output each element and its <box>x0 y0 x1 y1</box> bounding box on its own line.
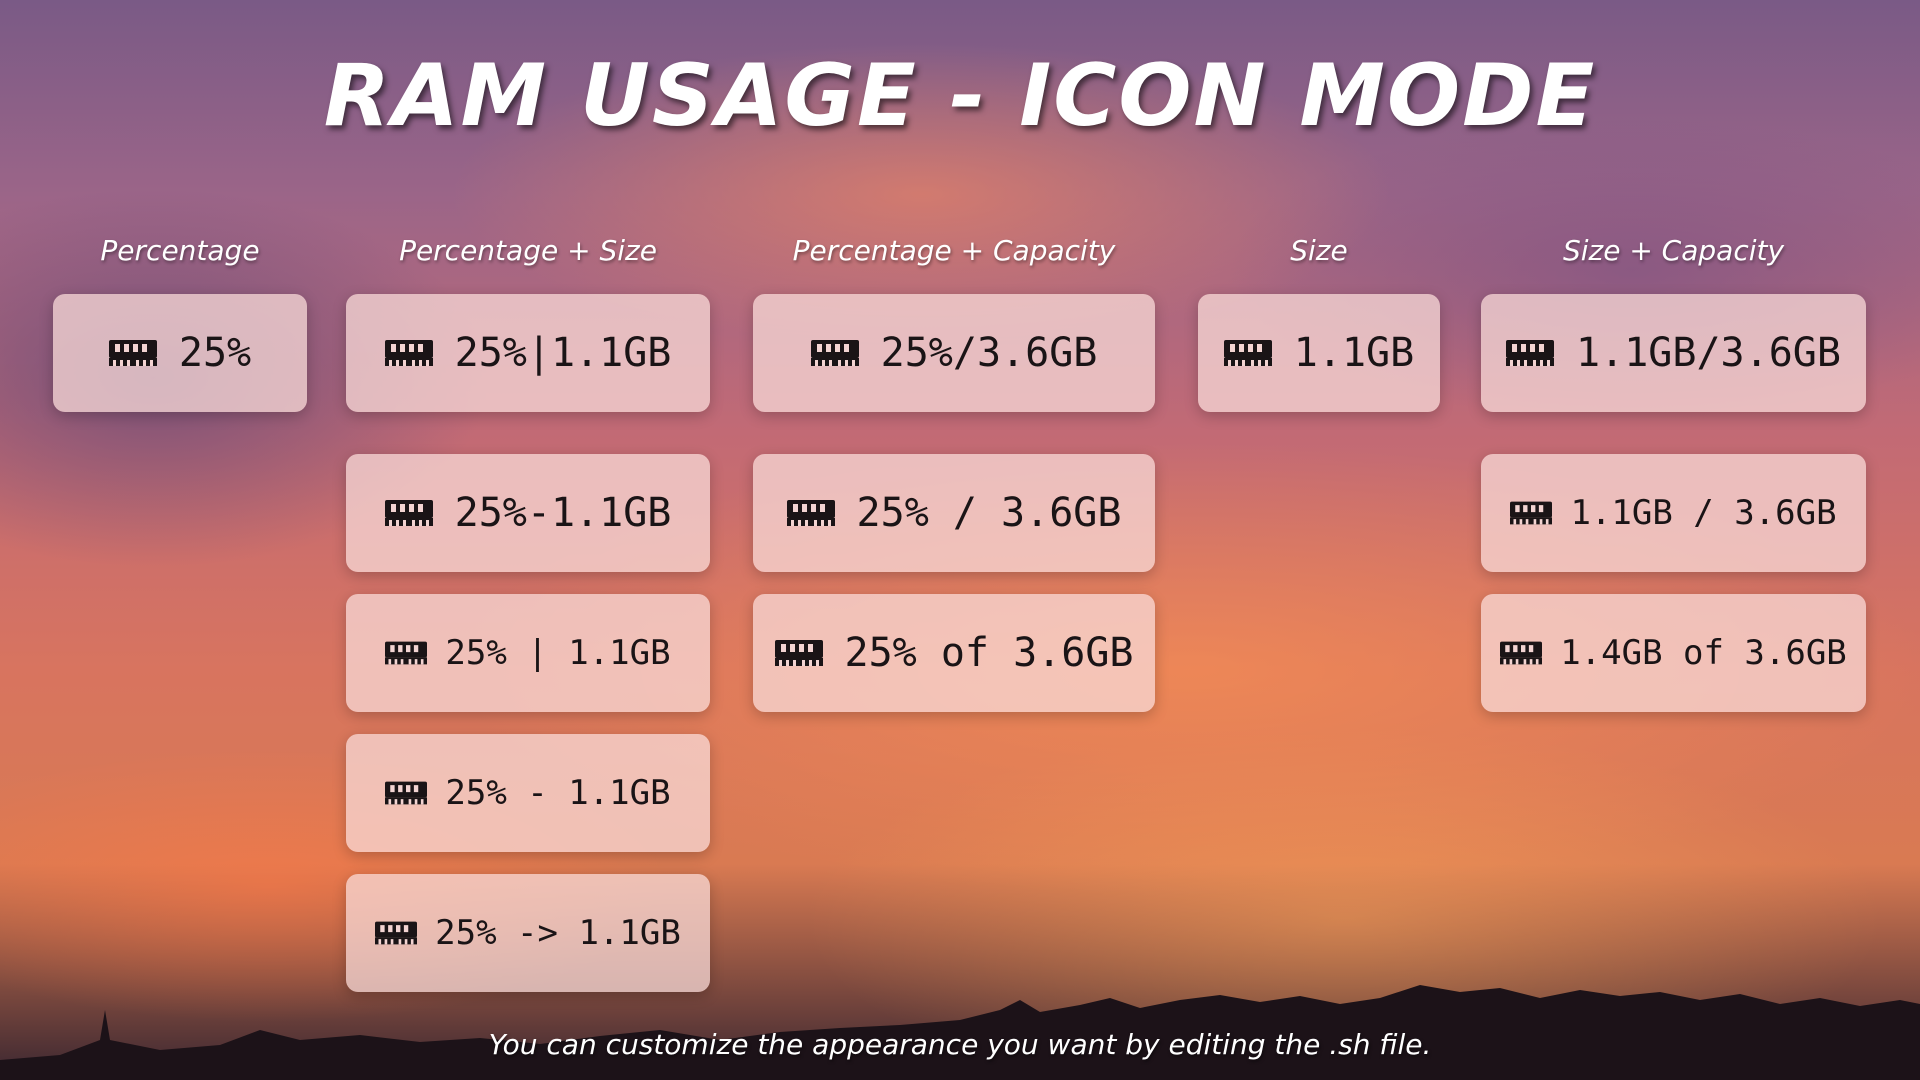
ram-memory-icon <box>375 918 417 948</box>
ram-memory-icon <box>775 636 823 670</box>
ram-memory-icon <box>1500 638 1542 668</box>
ram-widget-text: 25%/3.6GB <box>880 330 1098 376</box>
footer-note: You can customize the appearance you wan… <box>488 1028 1432 1061</box>
ram-widget-text: 25% | 1.1GB <box>445 633 671 673</box>
column-label-size: Size <box>1290 234 1348 267</box>
ram-widget-text: 1.4GB of 3.6GB <box>1560 633 1847 673</box>
ram-widget-percentage-size-arrow: 25% -> 1.1GB <box>346 874 710 992</box>
ram-widget-percentage-size-spaced-dash: 25% - 1.1GB <box>346 734 710 852</box>
skyline-silhouette <box>0 985 1920 1080</box>
ram-memory-icon <box>385 496 433 530</box>
ram-widget-percentage-size-dash: 25%-1.1GB <box>346 454 710 572</box>
ram-widget-size-capacity-of: 1.4GB of 3.6GB <box>1481 594 1866 712</box>
ram-widget-percentage: 25% <box>53 294 307 412</box>
ram-memory-icon <box>385 778 427 808</box>
ram-memory-icon <box>109 336 157 370</box>
ram-widget-text: 25%-1.1GB <box>454 490 672 536</box>
ram-widget-percentage-capacity-spaced-slash: 25% / 3.6GB <box>753 454 1155 572</box>
ram-widget-text: 25% <box>178 330 252 376</box>
ram-memory-icon <box>811 336 859 370</box>
column-label-size-capacity: Size + Capacity <box>1562 234 1785 267</box>
ram-memory-icon <box>1506 336 1554 370</box>
ram-widget-percentage-size-pipe: 25%|1.1GB <box>346 294 710 412</box>
ram-widget-text: 25% - 1.1GB <box>445 773 671 813</box>
column-label-percentage: Percentage <box>100 234 260 267</box>
ram-memory-icon <box>385 638 427 668</box>
ram-widget-text: 1.1GB <box>1293 330 1415 376</box>
ram-widget-percentage-capacity-of: 25% of 3.6GB <box>753 594 1155 712</box>
ram-memory-icon <box>385 336 433 370</box>
page-title: RAM USAGE - ICON MODE <box>323 46 1597 146</box>
ram-widget-size: 1.1GB <box>1198 294 1440 412</box>
ram-widget-text: 25%|1.1GB <box>454 330 672 376</box>
ram-memory-icon <box>787 496 835 530</box>
ram-widget-text: 1.1GB / 3.6GB <box>1570 493 1837 533</box>
ram-widget-percentage-capacity-slash: 25%/3.6GB <box>753 294 1155 412</box>
column-label-percentage-size: Percentage + Size <box>399 234 657 267</box>
ram-widget-size-capacity-spaced-slash: 1.1GB / 3.6GB <box>1481 454 1866 572</box>
ram-widget-text: 25% / 3.6GB <box>856 490 1122 536</box>
ram-widget-text: 25% -> 1.1GB <box>435 913 681 953</box>
ram-widget-text: 25% of 3.6GB <box>844 630 1134 676</box>
ram-widget-text: 1.1GB/3.6GB <box>1576 330 1841 376</box>
column-label-percentage-capacity: Percentage + Capacity <box>792 234 1116 267</box>
ram-widget-size-capacity-slash: 1.1GB/3.6GB <box>1481 294 1866 412</box>
ram-widget-percentage-size-spaced-pipe: 25% | 1.1GB <box>346 594 710 712</box>
ram-memory-icon <box>1510 498 1552 528</box>
ram-memory-icon <box>1224 336 1272 370</box>
